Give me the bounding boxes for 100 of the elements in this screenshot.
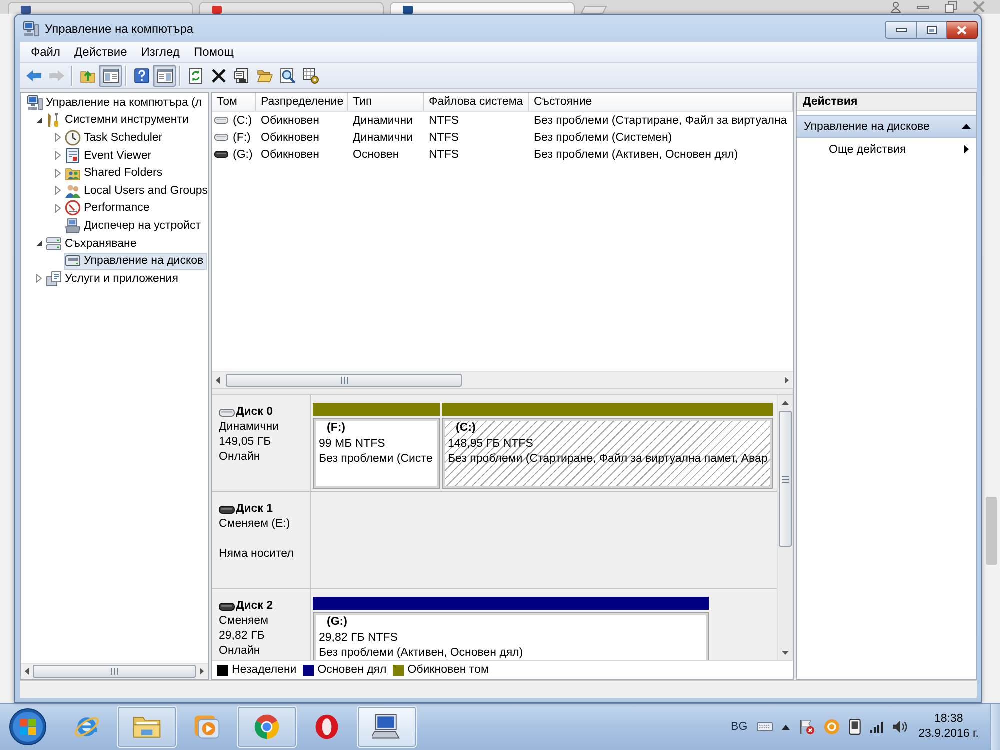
refresh-icon <box>188 68 204 84</box>
scrollbar-thumb[interactable] <box>779 411 792 547</box>
table-cell-text: Динамични <box>352 132 414 144</box>
storage-icon <box>46 236 62 252</box>
tree-item[interactable]: Диспечер на устройст <box>64 217 204 234</box>
toolbar-button[interactable] <box>99 64 122 86</box>
scroll-left-icon[interactable] <box>25 668 29 675</box>
scrollbar-thumb[interactable] <box>33 665 196 678</box>
drive-icon <box>214 117 229 124</box>
scroll-left-icon[interactable] <box>216 376 220 384</box>
taskbar-button[interactable] <box>117 706 177 748</box>
tree-item[interactable]: Услуги и приложения <box>45 270 182 288</box>
tree-item[interactable]: Управление на компютъра (л <box>26 94 206 112</box>
menu-item[interactable]: Помощ <box>186 45 242 59</box>
column-header[interactable]: Тип <box>348 93 424 111</box>
delete-icon <box>210 68 226 84</box>
partition-box[interactable]: (F:) 99 МБ NTFS Без проблеми (Систе <box>313 418 440 489</box>
drive-icon <box>219 506 235 514</box>
scroll-up-icon[interactable] <box>782 401 789 405</box>
grip-icon <box>340 376 348 384</box>
minimize-icon[interactable] <box>917 6 929 8</box>
tree-item[interactable]: Управление на дисков <box>64 252 207 270</box>
scroll-down-icon[interactable] <box>782 651 789 655</box>
phone-icon[interactable] <box>848 719 861 735</box>
drive-icon <box>219 602 235 610</box>
browser-tab[interactable] <box>8 2 193 14</box>
column-header[interactable]: Том <box>212 93 256 111</box>
scrollbar-thumb[interactable] <box>986 497 997 565</box>
menu-item[interactable]: Действие <box>68 45 134 59</box>
column-header[interactable]: Състояние <box>529 93 793 111</box>
table-cell: (G:) <box>233 148 253 160</box>
table-cell-text: Без проблеми (Системен) <box>533 132 674 144</box>
caret-right-icon[interactable] <box>55 168 61 178</box>
tree-item[interactable]: Системни инструменти <box>45 112 192 129</box>
toolbar-button[interactable] <box>153 64 176 86</box>
start-orb-icon[interactable] <box>9 708 47 746</box>
drive-icon <box>214 134 229 141</box>
services-icon <box>46 270 62 287</box>
disk-status: Няма носител <box>219 547 295 562</box>
legend-label: Основен дял <box>318 664 387 676</box>
window-title: Управление на компютъра <box>45 22 194 36</box>
flag-icon[interactable] <box>798 719 815 735</box>
partition-size: 29,82 ГБ NTFS <box>319 630 399 646</box>
drive-icon <box>65 253 81 270</box>
tree-item[interactable]: Event Viewer <box>64 147 155 164</box>
table-cell-text: Без проблеми (Активен, Основен дял) <box>533 148 740 160</box>
table-cell-text: Основен <box>352 148 400 160</box>
column-header[interactable]: Файлова система <box>424 93 529 111</box>
table-cell-text: NTFS <box>428 148 460 160</box>
left-pane-icon <box>102 68 118 84</box>
clock[interactable]: 18:38 23.9.2016 г. <box>916 712 981 742</box>
tree-item[interactable]: Shared Folders <box>64 164 166 182</box>
scroll-right-icon[interactable] <box>200 668 204 675</box>
tree-item[interactable]: Съхраняване <box>45 235 140 252</box>
signal-icon[interactable] <box>870 721 884 733</box>
action-section[interactable]: Управление на дискове <box>797 115 976 138</box>
caret-up-icon[interactable] <box>782 724 790 730</box>
language-indicator[interactable]: BG <box>731 721 748 733</box>
taskbar-button[interactable] <box>357 706 417 748</box>
column-header[interactable]: Разпределение <box>256 93 348 111</box>
volume-icon[interactable] <box>892 720 908 734</box>
new-tab-button[interactable] <box>581 6 607 14</box>
disk-size: 149,05 ГБ <box>219 435 272 450</box>
caret-down-icon[interactable] <box>36 240 42 248</box>
partition-status: Без проблеми (Активен, Основен дял) <box>319 646 524 660</box>
scroll-right-icon[interactable] <box>785 376 789 384</box>
browser-tab[interactable] <box>199 2 384 14</box>
restore-icon[interactable] <box>945 1 957 13</box>
maximize-icon <box>926 26 936 34</box>
minimize-button[interactable] <box>885 21 917 39</box>
table-cell: (F:) <box>233 132 251 144</box>
user-icon[interactable] <box>891 2 901 12</box>
tree-item[interactable]: Local Users and Groups <box>64 182 208 200</box>
scrollbar-thumb[interactable] <box>226 374 462 386</box>
tree-item[interactable]: Task Scheduler <box>64 129 166 146</box>
caret-right-icon[interactable] <box>55 151 61 160</box>
disk-name: Диск 2 <box>236 599 274 614</box>
action-item[interactable]: Още действия <box>797 138 976 161</box>
table-cell-text: NTFS <box>428 114 460 126</box>
caret-down-icon[interactable] <box>36 116 42 124</box>
partition-box[interactable]: (C:) 148,95 ГБ NTFS Без проблеми (Стартиране, Файл за виртуална памет, Авар <box>442 418 773 489</box>
menu-item[interactable]: Файл <box>24 45 68 59</box>
caret-right-icon[interactable] <box>36 274 42 284</box>
disk-size: 29,82 ГБ <box>219 629 266 644</box>
caret-right-icon[interactable] <box>55 186 61 196</box>
tree-item[interactable]: Performance <box>64 200 153 217</box>
taskbar-button[interactable] <box>237 706 297 748</box>
menu-item[interactable]: Изглед <box>134 45 187 59</box>
close-button[interactable] <box>947 21 978 39</box>
clock-icon <box>65 130 81 146</box>
caret-right-icon[interactable] <box>55 204 61 213</box>
minimize-icon <box>896 28 906 32</box>
maximize-button[interactable] <box>917 21 947 39</box>
wheel-icon <box>252 712 282 742</box>
browser-tab[interactable] <box>390 2 575 14</box>
close-icon <box>957 26 967 34</box>
partition-box[interactable]: (G:) 29,82 ГБ NTFS Без проблеми (Активен, Основен дял) <box>313 612 709 660</box>
legend-label: Незаделени <box>232 664 297 676</box>
keyboard-icon[interactable] <box>756 722 773 732</box>
caret-right-icon[interactable] <box>55 133 61 142</box>
